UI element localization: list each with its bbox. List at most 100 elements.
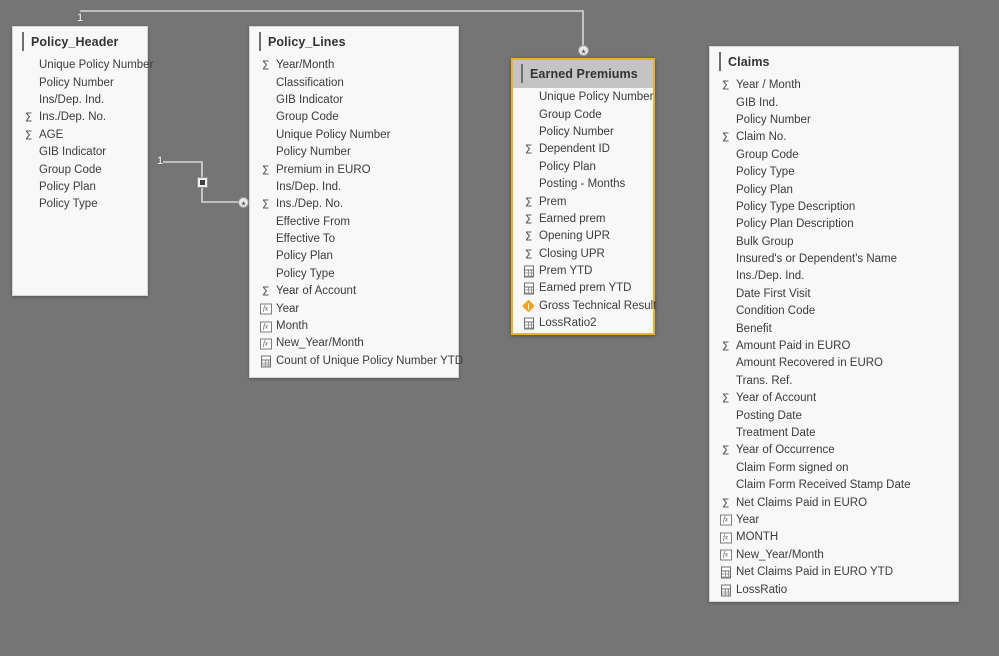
field-row[interactable]: Condition Code [710,303,958,320]
field-label: Date First Visit [736,287,811,300]
field-row[interactable]: Σ Year of Occurrence [710,442,958,459]
field-row[interactable]: Σ Closing UPR [513,246,653,263]
field-row[interactable]: Unique Policy Number [513,89,653,106]
table-header[interactable]: Policy_Header [13,27,147,56]
field-row[interactable]: Trans. Ref. [710,373,958,390]
field-row[interactable]: Posting Date [710,407,958,424]
table-header[interactable]: Earned Premiums [513,60,653,88]
field-row[interactable]: GIB Ind. [710,94,958,111]
field-row[interactable]: Classification [250,74,458,91]
sum-icon: Σ [721,391,730,406]
field-row[interactable]: Policy Type Description [710,199,958,216]
field-label: Policy Number [276,146,351,159]
field-row[interactable]: Σ Premium in EURO [250,161,458,178]
field-row[interactable]: Group Code [13,161,147,178]
field-row[interactable]: Ins/Dep. Ind. [250,179,458,196]
model-diagram-canvas[interactable]: 1 * 1 * Policy_Header Unique Policy Number Po… [0,0,999,656]
field-row[interactable]: LossRatio [710,581,958,598]
relationship-midpoint-handle[interactable] [197,177,208,188]
field-row[interactable]: Σ Year of Account [250,283,458,300]
calculated-column-icon: fx [719,549,732,562]
field-row[interactable]: Policy Plan [710,181,958,198]
field-row[interactable]: Σ Year / Month [710,77,958,94]
field-list: Σ Year / Month GIB Ind. Policy Number Σ Claim… [710,76,958,613]
field-row[interactable]: Σ Claim No. [710,129,958,146]
field-row[interactable]: fx Year [250,300,458,317]
field-row[interactable]: fx New_Year/Month [710,547,958,564]
table-card-claims[interactable]: Claims Σ Year / Month GIB Ind. Policy Number… [709,46,959,602]
field-row[interactable]: Σ AGE [13,127,147,144]
field-row[interactable]: Earned prem YTD [513,280,653,297]
field-label: Posting Date [736,409,802,422]
field-row[interactable]: Date First Visit [710,286,958,303]
field-row[interactable]: Posting - Months [513,176,653,193]
field-row[interactable]: Group Code [250,109,458,126]
table-card-policy-lines[interactable]: Policy_Lines Σ Year/Month Classification GIB… [249,26,463,378]
field-row[interactable]: Policy Number [13,74,147,91]
table-header[interactable]: Policy_Lines [250,27,458,56]
table-header[interactable]: Claims [710,47,958,76]
table-card-policy-header[interactable]: Policy_Header Unique Policy Number Policy … [12,26,153,296]
field-row[interactable]: Σ Opening UPR [513,228,653,245]
field-row[interactable]: Σ Amount Paid in EURO [710,338,958,355]
field-row[interactable]: fx New_Year/Month [250,335,458,352]
field-row[interactable]: Unique Policy Number [250,127,458,144]
field-row[interactable]: Policy Plan Description [710,216,958,233]
field-row[interactable]: Group Code [513,106,653,123]
field-label: Posting - Months [539,178,626,191]
field-row[interactable]: Benefit [710,320,958,337]
field-label: Policy Plan [276,250,333,263]
field-row[interactable]: fx Month [250,318,458,335]
field-row[interactable]: Treatment Date [710,425,958,442]
field-row[interactable]: Policy Number [513,124,653,141]
sum-icon: Σ [721,443,730,458]
field-row[interactable]: fx Year [710,512,958,529]
field-label: Year/Month [276,59,335,72]
field-row[interactable]: Group Code [710,147,958,164]
field-row[interactable]: Ins/Dep. Ind. [13,92,147,109]
field-row[interactable]: Policy Type [13,196,147,213]
field-row[interactable]: Policy Plan [513,159,653,176]
field-row[interactable]: GIB Indicator [250,92,458,109]
field-row[interactable]: Σ Ins./Dep. No. [250,196,458,213]
field-row[interactable]: fx MONTH [710,529,958,546]
field-label: LossRatio [736,583,788,596]
field-row[interactable]: Effective From [250,214,458,231]
field-row[interactable]: Ins./Dep. Ind. [710,268,958,285]
field-row[interactable]: Policy Type [250,266,458,283]
sum-icon: Σ [524,212,533,227]
field-row[interactable]: Σ Year of Account [710,390,958,407]
field-row[interactable]: Σ Year/Month [250,57,458,74]
field-row[interactable]: Amount Recovered in EURO [710,355,958,372]
field-row[interactable]: Prem YTD [513,263,653,280]
field-row[interactable]: Gross Technical Result [513,298,656,315]
field-row[interactable]: Policy Plan [13,179,147,196]
field-row[interactable]: Count of Unique Policy Number YTD [250,353,463,370]
measure-icon [719,584,732,597]
field-row[interactable]: Policy Type [710,164,958,181]
field-row[interactable]: Bulk Group [710,234,958,251]
field-row[interactable]: Insured's or Dependent's Name [710,251,958,268]
sum-icon: Σ [261,58,270,73]
field-row[interactable]: Net Claims Paid in EURO YTD [710,564,958,581]
field-row[interactable]: Claim Form Received Stamp Date [710,477,958,494]
field-row[interactable]: Policy Plan [250,248,458,265]
field-row[interactable]: Σ Ins./Dep. No. [13,109,147,126]
field-row[interactable]: Effective To [250,231,458,248]
field-row[interactable]: LossRatio2 [513,315,653,332]
field-row[interactable]: Σ Net Claims Paid in EURO [710,494,958,511]
table-card-earned-premiums[interactable]: Earned Premiums Unique Policy Number Group… [511,58,656,335]
field-row[interactable]: Σ Earned prem [513,211,653,228]
field-label: Policy Plan [539,160,596,173]
field-label: Unique Policy Number [39,59,154,72]
field-row[interactable]: Σ Prem [513,193,653,210]
field-row[interactable]: Σ Dependent ID [513,141,653,158]
field-row[interactable]: Claim Form signed on [710,460,958,477]
calculated-column-icon: fx [719,514,732,527]
field-label: Policy Number [736,113,811,126]
field-row[interactable]: Policy Number [250,144,458,161]
field-row[interactable]: Unique Policy Number [13,57,153,74]
field-row[interactable]: Policy Number [710,112,958,129]
cardinality-one-label: 1 [157,155,164,167]
field-row[interactable]: GIB Indicator [13,144,147,161]
